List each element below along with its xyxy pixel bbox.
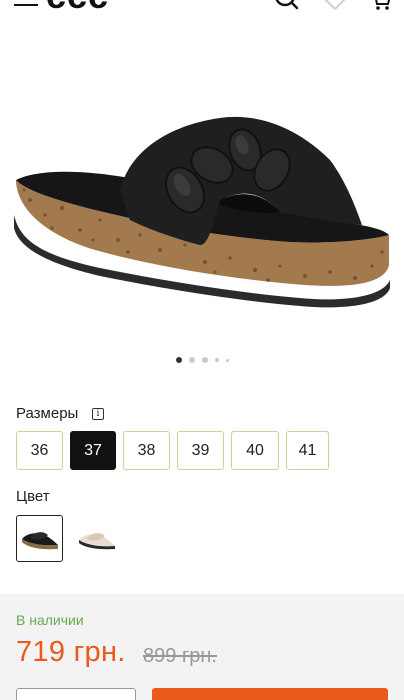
carousel-dot[interactable] — [225, 358, 229, 362]
size-option-37[interactable]: 37 — [70, 431, 116, 470]
add-to-cart-button[interactable] — [152, 688, 388, 700]
product-image[interactable] — [0, 40, 404, 340]
old-price: 899 грн. — [143, 645, 217, 667]
header: ccc — [0, 0, 404, 14]
size-option-39[interactable]: 39 — [177, 431, 224, 470]
color-label: Цвет — [16, 488, 50, 505]
logo[interactable]: ccc — [46, 0, 109, 14]
carousel-dot[interactable] — [214, 358, 219, 362]
size-option-41[interactable]: 41 — [286, 431, 329, 470]
secondary-action-button[interactable] — [16, 688, 136, 700]
search-icon[interactable] — [274, 0, 300, 12]
purchase-panel: В наличии 719 грн. 899 грн. — [0, 594, 404, 700]
size-option-36[interactable]: 36 — [16, 431, 63, 470]
hamburger-icon[interactable] — [14, 0, 38, 10]
cart-icon[interactable] — [370, 0, 392, 12]
size-option-38[interactable]: 38 — [123, 431, 170, 470]
color-selector — [16, 515, 120, 562]
color-swatch-black[interactable] — [16, 515, 63, 562]
carousel-dot-active[interactable] — [175, 357, 182, 363]
carousel-dot[interactable] — [188, 357, 195, 363]
size-selector: 36 37 38 39 40 41 — [16, 431, 329, 470]
sizes-label: Размеры — [16, 405, 79, 422]
size-info-icon[interactable]: i — [92, 408, 104, 420]
size-option-40[interactable]: 40 — [231, 431, 279, 470]
heart-icon[interactable] — [321, 0, 349, 12]
availability-status: В наличии — [16, 612, 84, 628]
current-price: 719 грн. — [16, 636, 126, 668]
carousel-dot[interactable] — [201, 357, 208, 363]
carousel-dots — [0, 355, 404, 365]
color-swatch-beige[interactable] — [73, 515, 120, 562]
